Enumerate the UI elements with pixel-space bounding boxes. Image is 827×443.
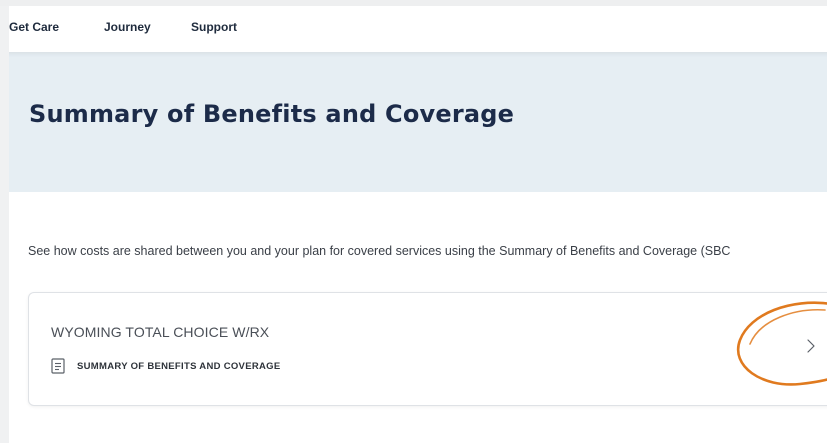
plan-card[interactable]: WYOMING TOTAL CHOICE W/RX SUMMARY OF BEN…: [28, 292, 827, 406]
page-frame: Get Care Journey Support Summary of Bene…: [9, 6, 827, 443]
document-icon: [51, 358, 65, 374]
top-navigation: Get Care Journey Support: [9, 6, 827, 52]
intro-text: See how costs are shared between you and…: [28, 244, 731, 258]
nav-item-journey[interactable]: Journey: [104, 20, 151, 34]
sbc-document-link[interactable]: SUMMARY OF BENEFITS AND COVERAGE: [51, 357, 280, 375]
nav-item-get-care[interactable]: Get Care: [9, 20, 59, 34]
chevron-right-icon[interactable]: [804, 335, 818, 357]
nav-item-support[interactable]: Support: [191, 20, 237, 34]
hero-banner: Summary of Benefits and Coverage: [9, 52, 827, 192]
plan-name: WYOMING TOTAL CHOICE W/RX: [51, 324, 270, 340]
sbc-document-label: SUMMARY OF BENEFITS AND COVERAGE: [77, 360, 281, 372]
page-title: Summary of Benefits and Coverage: [29, 100, 515, 128]
